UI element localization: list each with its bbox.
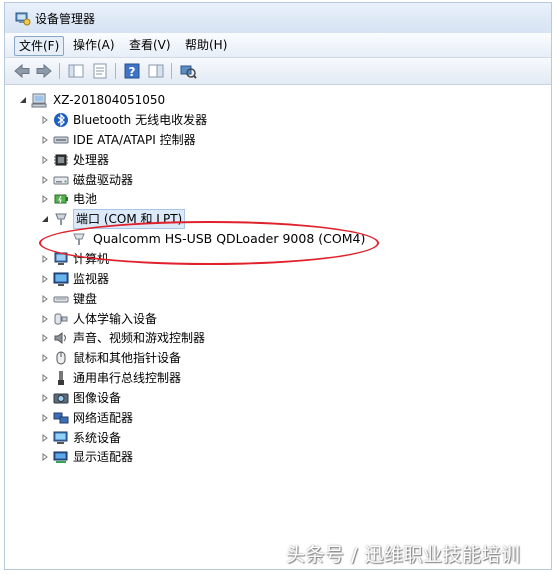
help-icon[interactable]: ? bbox=[123, 62, 141, 80]
ide-controller-icon bbox=[53, 136, 69, 144]
toolbar: ? bbox=[5, 58, 551, 85]
watermark-text: 头条号 / 迅维职业技能培训 bbox=[286, 544, 521, 566]
expand-triangle-icon[interactable] bbox=[41, 354, 49, 363]
tree-item-label: 鼠标和其他指针设备 bbox=[73, 351, 182, 366]
highlight-ellipse bbox=[39, 221, 379, 265]
menu-bar: 文件(F) 操作(A) 查看(V) 帮助(H) bbox=[5, 33, 551, 58]
expand-triangle-icon[interactable] bbox=[41, 393, 49, 402]
expand-triangle-icon[interactable] bbox=[41, 135, 49, 144]
svg-text:?: ? bbox=[129, 65, 136, 79]
tree-category-item[interactable]: 鼠标和其他指针设备 bbox=[41, 349, 461, 367]
scan-hardware-icon[interactable] bbox=[179, 62, 197, 80]
tree-category-item[interactable]: 处理器 bbox=[41, 151, 461, 169]
tree-item-label: 键盘 bbox=[73, 291, 98, 306]
processor-icon bbox=[54, 154, 68, 166]
expand-triangle-icon[interactable] bbox=[41, 294, 49, 303]
tree-item-label: 图像设备 bbox=[73, 390, 122, 405]
tree-item-label: 处理器 bbox=[73, 152, 110, 167]
device-manager-window: 设备管理器 文件(F) 操作(A) 查看(V) 帮助(H) ? XZ-20180… bbox=[4, 2, 552, 570]
tree-category-item[interactable]: 磁盘驱动器 bbox=[41, 171, 461, 189]
tree-item-label: 通用串行总线控制器 bbox=[73, 371, 182, 386]
tree-item-label: 电池 bbox=[73, 192, 98, 207]
tree-category-item[interactable]: 显示适配器 bbox=[41, 448, 461, 466]
menu-action[interactable]: 操作(A) bbox=[69, 36, 119, 54]
title-bar[interactable]: 设备管理器 bbox=[5, 3, 551, 33]
menu-view[interactable]: 查看(V) bbox=[125, 36, 175, 54]
expand-triangle-icon[interactable] bbox=[41, 254, 49, 263]
collapse-triangle-icon[interactable] bbox=[19, 96, 27, 104]
tree-item-label: 监视器 bbox=[73, 271, 110, 286]
show-hide-icon[interactable] bbox=[147, 62, 165, 80]
display-adapter-icon bbox=[53, 451, 68, 464]
device-tree: XZ-201804051050 Bluetooth 无线电收发器 IDE ATA/… bbox=[5, 85, 551, 569]
properties-icon[interactable] bbox=[91, 62, 109, 80]
toolbar-separator bbox=[171, 63, 172, 79]
battery-icon bbox=[54, 194, 68, 204]
tree-category-item[interactable]: IDE ATA/ATAPI 控制器 bbox=[41, 131, 461, 149]
menu-help[interactable]: 帮助(H) bbox=[181, 36, 231, 54]
back-icon[interactable] bbox=[13, 62, 31, 80]
expand-triangle-icon[interactable] bbox=[41, 453, 49, 462]
device-manager-icon bbox=[15, 12, 31, 26]
forward-icon[interactable] bbox=[35, 62, 53, 80]
expand-triangle-icon[interactable] bbox=[41, 413, 49, 422]
expand-triangle-icon[interactable] bbox=[41, 433, 49, 442]
collapse-triangle-icon[interactable] bbox=[41, 215, 49, 223]
tree-category-item[interactable]: 系统设备 bbox=[41, 429, 461, 447]
tree-item-label: 显示适配器 bbox=[73, 450, 134, 465]
menu-file[interactable]: 文件(F) bbox=[14, 36, 65, 56]
monitor-icon bbox=[53, 272, 69, 286]
tree-item-label: 磁盘驱动器 bbox=[73, 172, 134, 187]
computer-icon bbox=[31, 93, 47, 108]
expand-triangle-icon[interactable] bbox=[41, 155, 49, 164]
computer-name: XZ-201804051050 bbox=[53, 93, 166, 107]
tree-category-item[interactable]: 声音、视频和游戏控制器 bbox=[41, 329, 461, 347]
usb-icon bbox=[58, 371, 64, 386]
hid-icon bbox=[54, 313, 68, 324]
bluetooth-icon bbox=[54, 113, 68, 127]
tree-category-item[interactable]: 图像设备 bbox=[41, 389, 461, 407]
network-icon bbox=[53, 412, 69, 424]
expand-triangle-icon[interactable] bbox=[41, 175, 49, 184]
expand-triangle-icon[interactable] bbox=[41, 195, 49, 204]
tree-category-item[interactable]: 电池 bbox=[41, 190, 461, 208]
tree-category-item[interactable]: 键盘 bbox=[41, 290, 461, 308]
port-icon bbox=[55, 213, 67, 226]
tree-root[interactable]: XZ-201804051050 bbox=[19, 91, 419, 109]
expand-triangle-icon[interactable] bbox=[41, 116, 49, 124]
tree-item-label: Bluetooth 无线电收发器 bbox=[73, 113, 208, 127]
tree-item-label: IDE ATA/ATAPI 控制器 bbox=[73, 132, 196, 147]
tree-item-label: 系统设备 bbox=[73, 430, 122, 445]
console-tree-icon[interactable] bbox=[67, 62, 85, 80]
expand-triangle-icon[interactable] bbox=[41, 274, 49, 283]
window-title: 设备管理器 bbox=[35, 12, 96, 26]
tree-item-label: 网络适配器 bbox=[73, 410, 134, 425]
tree-item-label: 人体学输入设备 bbox=[73, 311, 158, 326]
toolbar-separator bbox=[115, 63, 116, 79]
disk-drive-icon bbox=[53, 176, 69, 185]
expand-triangle-icon[interactable] bbox=[41, 374, 49, 383]
expand-triangle-icon[interactable] bbox=[41, 314, 49, 323]
system-device-icon bbox=[53, 431, 68, 444]
tree-category-item[interactable]: Bluetooth 无线电收发器 bbox=[41, 111, 461, 129]
toolbar-separator bbox=[59, 63, 60, 79]
tree-category-item[interactable]: 通用串行总线控制器 bbox=[41, 369, 461, 387]
camera-icon bbox=[53, 393, 69, 404]
tree-category-item[interactable]: 监视器 bbox=[41, 270, 461, 288]
sound-icon bbox=[54, 332, 66, 345]
tree-category-item[interactable]: 人体学输入设备 bbox=[41, 310, 461, 328]
expand-triangle-icon[interactable] bbox=[41, 334, 49, 343]
keyboard-icon bbox=[53, 296, 69, 303]
tree-category-item[interactable]: 网络适配器 bbox=[41, 409, 461, 427]
tree-item-label: 声音、视频和游戏控制器 bbox=[73, 331, 206, 346]
mouse-icon bbox=[56, 351, 66, 365]
